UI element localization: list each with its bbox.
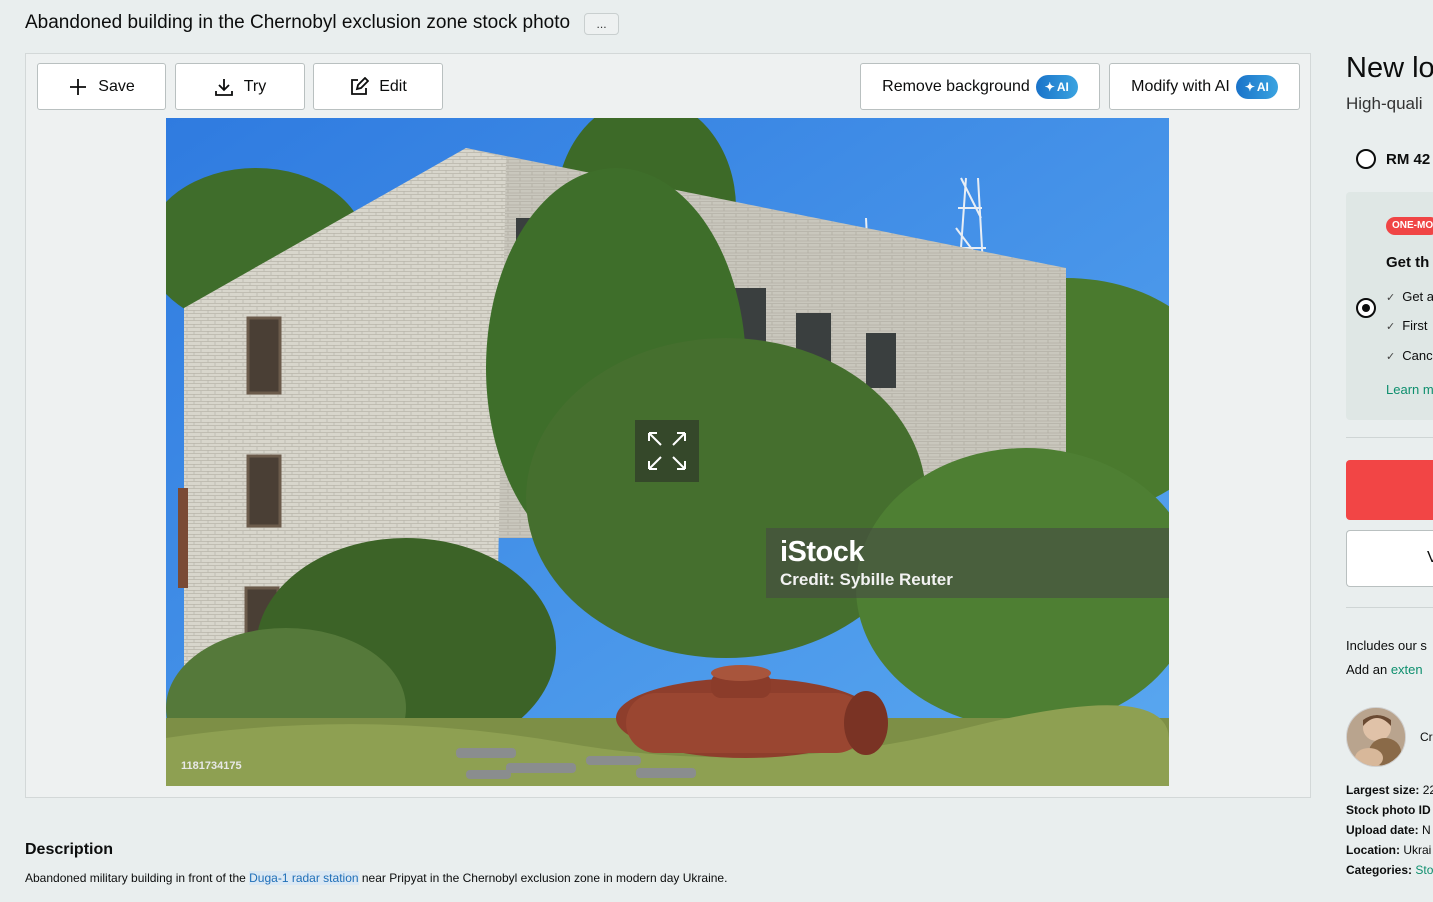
edit-button[interactable]: Edit [313, 63, 443, 110]
ai-badge: ✦ AI [1035, 74, 1078, 99]
edit-label: Edit [379, 77, 407, 95]
description-text-end: near Pripyat in the Chernobyl exclusion … [358, 871, 728, 885]
meta-label: Location: [1346, 843, 1404, 857]
feature-label: Get a [1402, 289, 1433, 304]
offer-tag: ONE-MO [1386, 217, 1433, 235]
description-link[interactable]: Duga-1 radar station [249, 871, 359, 885]
offer-feature: ✓ Canc [1386, 348, 1433, 363]
check-icon: ✓ [1386, 292, 1396, 304]
edit-icon [351, 76, 370, 95]
ai-badge-label: AI [1256, 79, 1269, 94]
expand-icon[interactable] [635, 420, 699, 482]
creator-name[interactable]: Cr [1420, 730, 1433, 744]
watermark: iStock Credit: Sybille Reuter [766, 528, 1169, 598]
meta-label: Categories: [1346, 863, 1416, 877]
remove-background-label: Remove background [882, 77, 1030, 95]
watermark-credit: Credit: Sybille Reuter [780, 570, 953, 589]
add-text: Add an [1346, 662, 1391, 677]
modify-with-ai-button[interactable]: Modify with AI ✦ AI [1109, 63, 1300, 110]
plus-icon [70, 78, 87, 95]
check-icon: ✓ [1386, 321, 1396, 333]
offer-radio[interactable] [1356, 298, 1376, 318]
meta-label: Upload date: [1346, 823, 1423, 837]
includes-text: Includes our s [1346, 638, 1427, 653]
feature-label: Canc [1402, 348, 1433, 363]
meta-value: 22 [1422, 783, 1433, 797]
title-row: Abandoned building in the Chernobyl excl… [25, 10, 620, 35]
meta-label: Largest size: [1346, 783, 1423, 797]
sparkle-icon: ✦ [1244, 79, 1255, 94]
divider [1346, 607, 1433, 608]
extended-license-link[interactable]: exten [1391, 662, 1423, 677]
divider [1346, 437, 1433, 438]
modify-with-ai-label: Modify with AI [1131, 77, 1230, 95]
secondary-button-label: V [1427, 549, 1433, 566]
buy-button[interactable] [1346, 460, 1433, 520]
extended-license-text: Add an exten [1346, 662, 1423, 677]
description-heading: Description [25, 841, 114, 858]
meta-value: N [1422, 823, 1431, 837]
description-text-start: Abandoned military building in front of … [25, 871, 250, 885]
istock-logo: iStock [780, 536, 865, 568]
feature-label: First [1402, 318, 1428, 333]
offer-heading: Get th [1386, 254, 1430, 271]
stock-photo[interactable]: iStock Credit: Sybille Reuter 1181734175 [166, 118, 1169, 786]
sparkle-icon: ✦ [1044, 79, 1055, 94]
creator-avatar-image [1347, 708, 1405, 766]
secondary-button[interactable]: V [1346, 530, 1433, 587]
save-button[interactable]: Save [37, 63, 166, 110]
expand-arrows-icon [648, 432, 686, 470]
image-id: 1181734175 [181, 760, 242, 772]
meta-categories: Categories: Sto [1346, 863, 1433, 877]
meta-value: Ukrai [1403, 843, 1432, 857]
try-label: Try [243, 77, 267, 95]
more-options-button[interactable]: ... [584, 13, 620, 35]
offer-feature: ✓ First [1386, 318, 1428, 333]
meta-location: Location: Ukrai [1346, 843, 1431, 857]
offer-feature: ✓ Get a [1386, 289, 1433, 304]
description-text: Abandoned military building in front of … [25, 871, 727, 885]
learn-more-link[interactable]: Learn m [1386, 382, 1433, 397]
save-label: Save [98, 77, 135, 95]
meta-stock-photo-id: Stock photo ID [1346, 803, 1431, 817]
price-option-radio[interactable] [1356, 149, 1376, 169]
meta-label: Stock photo ID [1346, 803, 1431, 817]
meta-categories-link[interactable]: Sto [1415, 863, 1433, 877]
ai-badge-label: AI [1056, 79, 1069, 94]
meta-upload-date: Upload date: N [1346, 823, 1431, 837]
license-title: New lo [1346, 52, 1433, 84]
download-icon [214, 78, 233, 96]
ai-badge: ✦ AI [1235, 74, 1278, 99]
price-option-label: RM 42 [1386, 151, 1431, 168]
check-icon: ✓ [1386, 351, 1396, 363]
try-button[interactable]: Try [175, 63, 305, 110]
page-title: Abandoned building in the Chernobyl excl… [25, 11, 571, 33]
remove-background-button[interactable]: Remove background ✦ AI [860, 63, 1100, 110]
license-subtitle: High-quali [1346, 94, 1423, 113]
meta-largest-size: Largest size: 22 [1346, 783, 1433, 797]
image-viewer: Save Try Edit Remove background ✦ AI Modi… [25, 53, 1311, 798]
avatar[interactable] [1346, 707, 1406, 767]
